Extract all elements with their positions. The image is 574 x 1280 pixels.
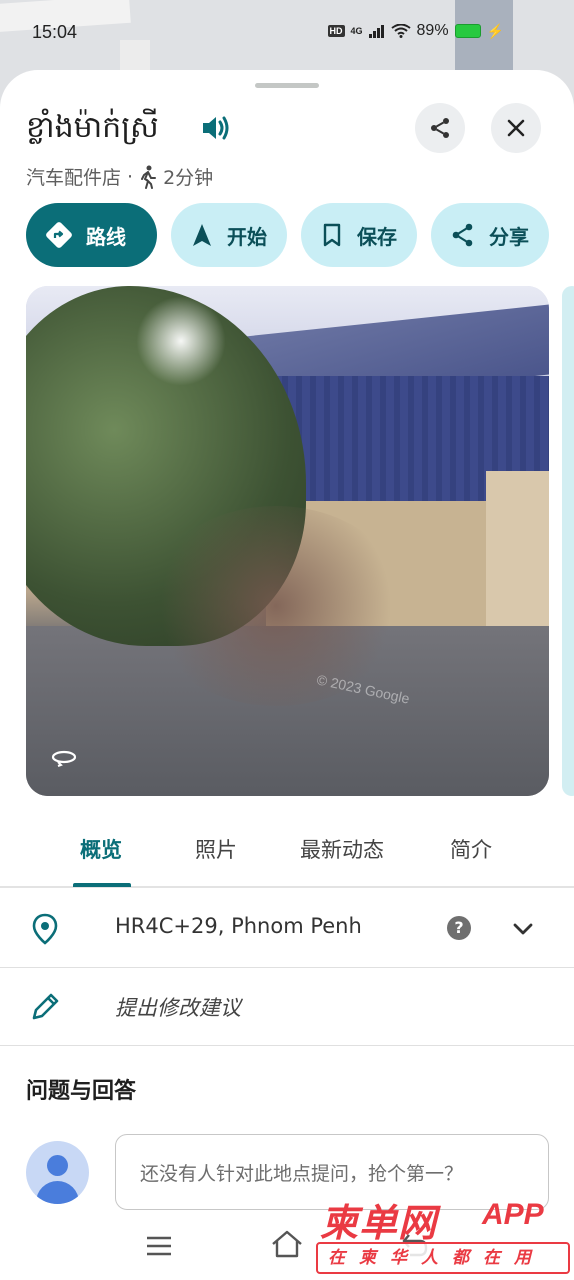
photo-fence bbox=[486, 471, 549, 631]
suggest-edit-label: 提出修改建议 bbox=[115, 996, 241, 1020]
watermark-logo: 柬单网 APP 在柬华人都在用 bbox=[316, 1192, 570, 1278]
start-label: 开始 bbox=[227, 224, 267, 249]
qa-section-title: 问题与回答 bbox=[26, 1079, 137, 1104]
avatar-head bbox=[47, 1155, 68, 1176]
battery-icon bbox=[454, 24, 481, 38]
network-type: 4G bbox=[350, 26, 363, 36]
battery-percent: 89% bbox=[416, 22, 449, 39]
tab-about[interactable]: 简介 bbox=[450, 834, 492, 864]
navigation-icon bbox=[193, 224, 211, 246]
street-view-360-icon[interactable] bbox=[50, 746, 78, 768]
suggest-edit-row[interactable]: 提出修改建议 bbox=[0, 968, 574, 1046]
active-tab-indicator bbox=[73, 883, 131, 887]
status-indicators: HD 4G 89% ⚡ bbox=[327, 22, 504, 40]
directions-button[interactable]: 路线 bbox=[26, 203, 157, 267]
bookmark-icon bbox=[323, 223, 341, 247]
share-chip-button[interactable]: 分享 bbox=[431, 203, 549, 267]
share-icon bbox=[452, 223, 473, 247]
speaker-icon[interactable] bbox=[199, 111, 233, 145]
help-icon[interactable]: ? bbox=[447, 916, 471, 940]
sun-flare bbox=[136, 296, 226, 386]
home-icon[interactable] bbox=[271, 1229, 303, 1259]
share-chip-label: 分享 bbox=[489, 224, 529, 249]
next-photo-peek[interactable] bbox=[562, 286, 574, 796]
directions-label: 路线 bbox=[86, 224, 126, 249]
watermark-slogan: 在柬华人都在用 bbox=[316, 1242, 570, 1274]
separator: · bbox=[127, 165, 134, 188]
directions-icon bbox=[46, 222, 72, 248]
walking-icon bbox=[141, 165, 157, 189]
share-icon bbox=[431, 118, 449, 138]
drag-handle[interactable] bbox=[255, 83, 319, 88]
status-time: 15:04 bbox=[32, 22, 78, 42]
plus-code-address: HR4C+29, Phnom Penh bbox=[115, 914, 362, 938]
tab-updates[interactable]: 最新动态 bbox=[300, 834, 384, 864]
watermark-main: 柬单网 bbox=[320, 1200, 438, 1245]
action-chips: 路线 开始 保存 分享 bbox=[26, 203, 549, 267]
street-view-photo[interactable]: © 2023 Google bbox=[26, 286, 549, 796]
place-category: 汽车配件店 bbox=[26, 167, 122, 189]
place-title: ខ្លាំងម៉ាក់ស្រី bbox=[26, 110, 159, 145]
photo-blur bbox=[146, 506, 406, 706]
watermark-app: APP bbox=[482, 1198, 544, 1231]
wifi-icon bbox=[390, 24, 411, 38]
start-button[interactable]: 开始 bbox=[171, 203, 287, 267]
hd-icon: HD bbox=[327, 25, 345, 37]
walk-time: 2分钟 bbox=[163, 167, 214, 189]
save-label: 保存 bbox=[357, 224, 397, 249]
pencil-icon bbox=[32, 993, 59, 1020]
place-subtitle: 汽车配件店 · 2分钟 bbox=[26, 163, 213, 190]
save-button[interactable]: 保存 bbox=[301, 203, 417, 267]
location-pin-icon bbox=[32, 913, 58, 945]
charging-icon: ⚡ bbox=[486, 22, 504, 39]
tab-overview[interactable]: 概览 bbox=[80, 834, 122, 864]
close-icon bbox=[507, 119, 525, 137]
tab-bar: 概览 照片 最新动态 简介 bbox=[0, 830, 574, 888]
avatar bbox=[26, 1141, 89, 1204]
place-sheet: ខ្លាំងម៉ាក់ស្រី 汽车配件店 · 2分钟 路线 开始 保存 分享 … bbox=[0, 70, 574, 1280]
tab-photos[interactable]: 照片 bbox=[195, 834, 237, 864]
avatar-body bbox=[36, 1181, 79, 1204]
address-row[interactable]: HR4C+29, Phnom Penh ? bbox=[0, 890, 574, 968]
chevron-down-icon[interactable] bbox=[510, 916, 536, 942]
signal-icon bbox=[368, 25, 384, 38]
share-button[interactable] bbox=[415, 103, 465, 153]
close-button[interactable] bbox=[491, 103, 541, 153]
status-bar: 15:04 HD 4G 89% ⚡ bbox=[0, 0, 574, 66]
menu-icon[interactable] bbox=[146, 1235, 172, 1257]
